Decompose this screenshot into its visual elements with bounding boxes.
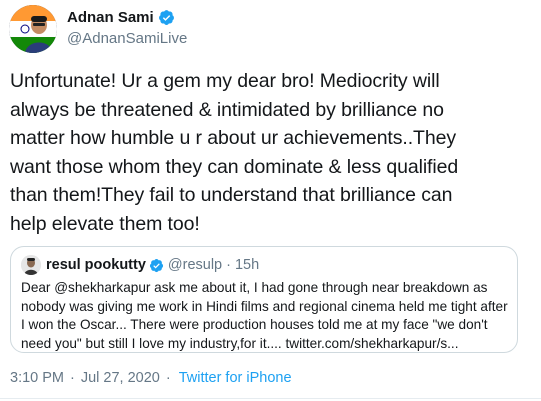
meta-separator: · bbox=[70, 370, 75, 386]
quoted-timestamp: 15h bbox=[234, 257, 260, 273]
quoted-tweet-text: Dear @shekharkapur ask me about it, I ha… bbox=[21, 280, 508, 351]
tweet-meta: 3:10 PM · Jul 27, 2020 · Twitter for iPh… bbox=[10, 370, 292, 386]
quoted-separator: · bbox=[226, 257, 231, 273]
quoted-author-avatar bbox=[21, 255, 41, 275]
author-handle[interactable]: @AdnanSamiLive bbox=[67, 29, 187, 48]
tweet-date[interactable]: Jul 27, 2020 bbox=[81, 370, 160, 386]
author-info: Adnan Sami @AdnanSamiLive bbox=[67, 8, 187, 48]
tweet: Adnan Sami @AdnanSamiLive Unfortunate! U… bbox=[0, 0, 541, 401]
tweet-text: Unfortunate! Ur a gem my dear bro! Medio… bbox=[10, 70, 459, 235]
author-avatar[interactable] bbox=[9, 5, 57, 53]
tweet-time[interactable]: 3:10 PM bbox=[10, 370, 64, 386]
verified-badge-icon bbox=[149, 258, 164, 273]
author-name-row: Adnan Sami bbox=[67, 8, 187, 27]
quoted-author-name: resul pookutty bbox=[46, 257, 146, 273]
author-display-name[interactable]: Adnan Sami bbox=[67, 8, 154, 27]
tweet-source-link[interactable]: Twitter for iPhone bbox=[179, 370, 292, 386]
quoted-tweet-header: resul pookutty @resulp · 15h bbox=[21, 255, 259, 275]
quoted-author-handle: @resulp bbox=[167, 257, 223, 273]
divider bbox=[0, 398, 541, 399]
verified-badge-icon bbox=[158, 9, 175, 26]
avatar-image bbox=[9, 5, 57, 53]
quoted-tweet[interactable]: resul pookutty @resulp · 15h Dear @shekh… bbox=[10, 246, 518, 353]
meta-separator-2: · bbox=[165, 370, 171, 386]
